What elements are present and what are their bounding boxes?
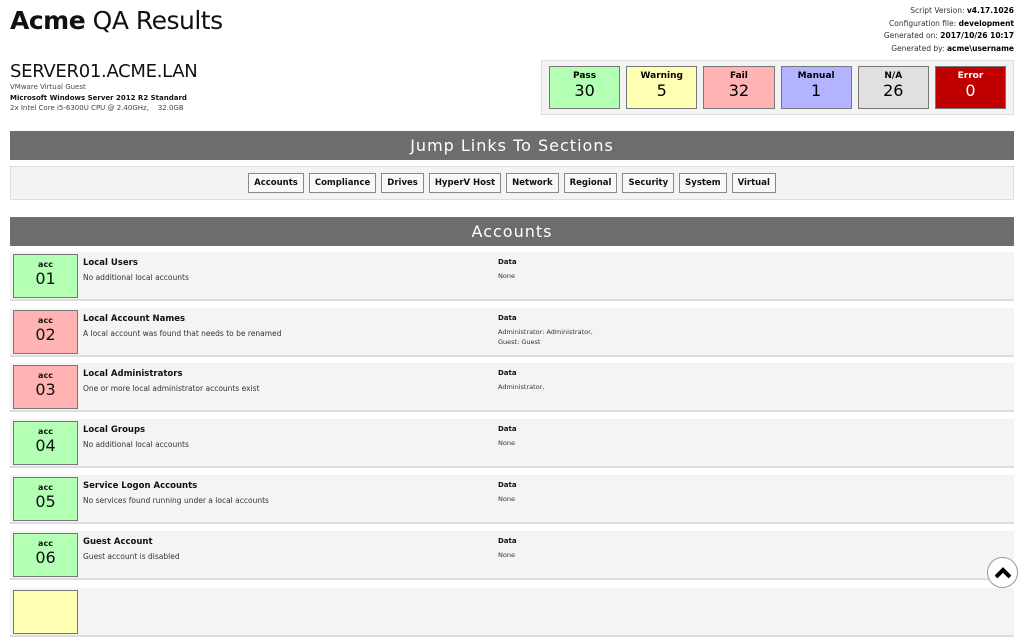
check-title: Local Account Names [83,313,186,324]
section-header-accounts: Accounts [10,217,1014,246]
data-label: Data [498,313,517,322]
server-name: SERVER01.ACME.LAN [10,61,198,82]
data-label: Data [498,480,517,489]
check-data: Administrator: Administrator, Guest: Gue… [498,327,593,346]
summary-pass: Pass 30 [549,66,621,109]
check-row: acc 03 Local Administrators One or more l… [10,363,1014,413]
server-info: SERVER01.ACME.LAN VMware Virtual Guest M… [10,61,198,114]
check-data: None [498,494,515,503]
server-type: VMware Virtual Guest [10,83,86,91]
jump-link-drives[interactable]: Drives [381,173,424,193]
status-badge [13,590,78,634]
summary-na: N/A 26 [857,66,929,109]
check-data: None [498,272,515,280]
status-badge: acc 05 [13,476,78,521]
data-label: Data [498,369,517,378]
check-row: acc 06 Guest Account Guest account is dis… [10,530,1014,580]
status-badge: acc 01 [13,254,78,298]
check-title: Service Logon Accounts [83,480,198,491]
check-description: A local account was found that needs to … [83,328,282,338]
check-title: Local Administrators [83,369,183,380]
summary-fail: Fail 32 [703,66,775,109]
data-label: Data [498,258,517,266]
check-data: Administrator, [498,383,545,392]
jump-link-virtual[interactable]: Virtual [731,173,776,193]
check-row: acc 04 Local Groups No additional local a… [10,419,1014,469]
jump-link-security[interactable]: Security [622,173,675,193]
chevron-up-icon [994,566,1011,578]
server-os: Microsoft Windows Server 2012 R2 Standar… [10,93,187,102]
check-row: acc 05 Service Logon Accounts No services… [10,474,1014,524]
meta-line: Script Version: v4.17.1026 [910,6,1014,15]
meta-line: Generated by: acme\username [891,43,1014,53]
jump-link-compliance[interactable]: Compliance [308,173,377,193]
check-data: None [498,439,515,448]
check-title: Local Groups [83,425,146,436]
server-hardware: 2x Intel Core i5-6300U CPU @ 2.40GHz, 32… [10,104,184,112]
status-badge: acc 02 [13,309,78,354]
data-label: Data [498,536,517,545]
results-summary: Pass 30 Warning 5 Fail 32 Manual 1 N/A 26 Error 0 [541,60,1014,115]
page-title: Acme QA Results [10,6,223,35]
jump-link-accounts[interactable]: Accounts [248,173,304,193]
status-badge: acc 06 [13,532,78,577]
check-data: None [498,550,515,559]
report-meta: Script Version: v4.17.1026 Configuration … [884,5,1014,55]
jump-link-regional[interactable]: Regional [563,173,618,193]
summary-manual: Manual 1 [780,66,852,109]
back-to-top-button[interactable] [987,557,1018,588]
check-title: Local Users [83,258,138,268]
check-row: acc 02 Local Account Names A local accoun… [10,307,1014,357]
jump-link-system[interactable]: System [679,173,727,193]
check-description: No additional local accounts [83,440,189,450]
jump-link-hyperv-host[interactable]: HyperV Host [428,173,502,193]
check-description: No additional local accounts [83,273,189,282]
status-badge: acc 03 [13,365,78,410]
meta-line: Generated on: 2017/10/26 10:17 [883,31,1014,40]
check-row: acc 01 Local Users No additional local ac… [10,252,1014,301]
check-description: One or more local administrator accounts… [83,384,260,394]
jump-links-header: Jump Links To Sections [10,131,1014,160]
data-label: Data [498,425,517,434]
summary-warning: Warning 5 [626,66,698,109]
jump-links: Accounts Compliance Drives HyperV Host Netwo… [10,166,1014,200]
check-row [10,588,1014,637]
status-badge: acc 04 [13,421,78,466]
check-description: No services found running under a local … [83,495,269,505]
jump-link-network[interactable]: Network [506,173,559,193]
check-title: Guest Account [83,536,153,547]
meta-line: Configuration file: development [889,18,1014,28]
summary-error: Error 0 [934,66,1007,109]
check-description: Guest account is disabled [83,551,180,561]
